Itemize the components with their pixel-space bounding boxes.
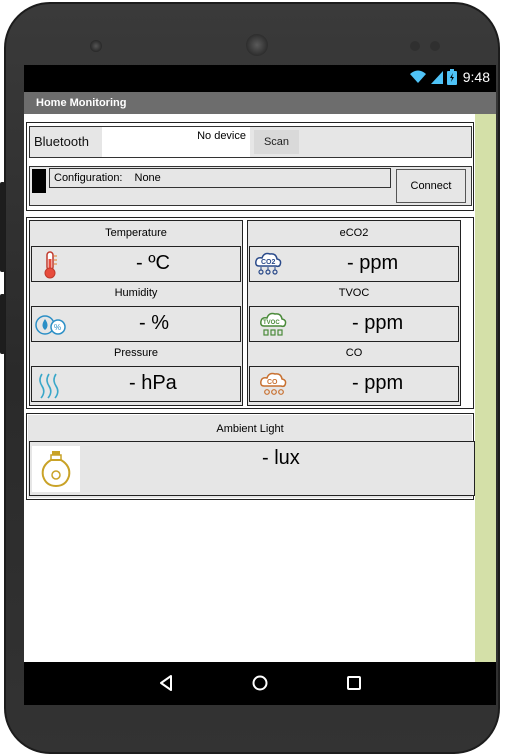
recents-icon[interactable] [346, 675, 362, 691]
ambient-light-card: Ambient Light - lux [28, 415, 475, 498]
home-icon[interactable] [251, 674, 269, 692]
connect-button[interactable]: Connect [396, 169, 466, 203]
humidity-title: Humidity [114, 287, 158, 299]
configuration-box: Configuration: None [49, 168, 391, 188]
configuration-row: Configuration: None Connect [29, 166, 472, 206]
device-name: No device [197, 130, 246, 142]
humidity-value: - % [139, 312, 169, 334]
earpiece-speaker [246, 34, 268, 56]
co-cloud-icon: CO [260, 372, 287, 395]
pressure-icon [39, 373, 59, 399]
right-sensor-column: eCO2 CO2 - ppm TVOC TVOC - ppm CO CO - p… [247, 220, 461, 406]
proximity-sensor [410, 41, 420, 51]
device-selector[interactable]: No device [102, 127, 250, 157]
ambient-light-value-box: - lux [29, 441, 475, 496]
co-value: - ppm [352, 372, 404, 394]
screen: 9:48 Home Monitoring Bluetooth No device… [24, 65, 496, 705]
co2-icon-text: CO2 [261, 259, 276, 266]
co-value-box: CO - ppm [249, 366, 459, 402]
battery-icon [446, 69, 457, 85]
light-bulb-tile [32, 446, 80, 492]
light-sensor [430, 41, 440, 51]
pressure-value-box: - hPa [31, 366, 241, 402]
app-content: Bluetooth No device Scan Configuration: N… [24, 114, 475, 662]
left-sensor-column: Temperature - ºC Humidity % - % Pressure… [29, 220, 243, 406]
pressure-title: Pressure [113, 347, 159, 359]
signal-icon [430, 71, 443, 84]
sensor-panel: Temperature - ºC Humidity % - % Pressure… [26, 217, 474, 409]
front-camera [90, 40, 102, 52]
volume-button[interactable] [0, 294, 5, 354]
thermometer-icon [44, 251, 57, 279]
tvoc-value-box: TVOC - ppm [249, 306, 459, 342]
temperature-value-box: - ºC [31, 246, 241, 282]
co-title: CO [345, 347, 363, 359]
bluetooth-row: Bluetooth No device Scan [29, 126, 472, 158]
status-indicator [32, 169, 46, 193]
status-time: 9:48 [462, 69, 490, 85]
co2-cloud-icon: CO2 [255, 252, 282, 275]
status-bar: 9:48 [24, 65, 496, 92]
navigation-bar [24, 662, 496, 705]
configuration-label: Configuration: [54, 172, 123, 184]
app-title: Home Monitoring [24, 92, 496, 114]
ambient-light-panel: Ambient Light - lux [26, 413, 475, 500]
tvoc-value: - ppm [352, 312, 404, 334]
scan-button[interactable]: Scan [254, 130, 299, 154]
back-icon[interactable] [158, 674, 174, 692]
ambient-light-value: - lux [262, 447, 300, 469]
humidity-value-box: % - % [31, 306, 241, 342]
tvoc-title: TVOC [338, 287, 370, 299]
temperature-value: - ºC [136, 252, 170, 274]
wifi-icon [409, 70, 426, 83]
bluetooth-label: Bluetooth [34, 134, 89, 149]
light-bulb-icon [41, 451, 71, 488]
accent-strip [475, 114, 496, 662]
temperature-title: Temperature [105, 227, 167, 239]
tvoc-icon-text: TVOC [263, 320, 280, 326]
tvoc-cloud-icon: TVOC [260, 312, 287, 336]
eco2-title: eCO2 [339, 227, 369, 239]
pressure-value: - hPa [129, 372, 177, 394]
connection-panel: Bluetooth No device Scan Configuration: N… [26, 122, 474, 211]
svg-text:%: % [54, 323, 61, 332]
eco2-value: - ppm [347, 252, 399, 274]
ambient-light-title: Ambient Light [216, 423, 284, 435]
phone-frame: 9:48 Home Monitoring Bluetooth No device… [0, 2, 500, 754]
power-button[interactable] [0, 182, 5, 272]
humidity-icon: % [35, 315, 66, 335]
eco2-value-box: CO2 - ppm [249, 246, 459, 282]
configuration-value: None [134, 172, 161, 184]
co-icon-text: CO [267, 379, 278, 386]
